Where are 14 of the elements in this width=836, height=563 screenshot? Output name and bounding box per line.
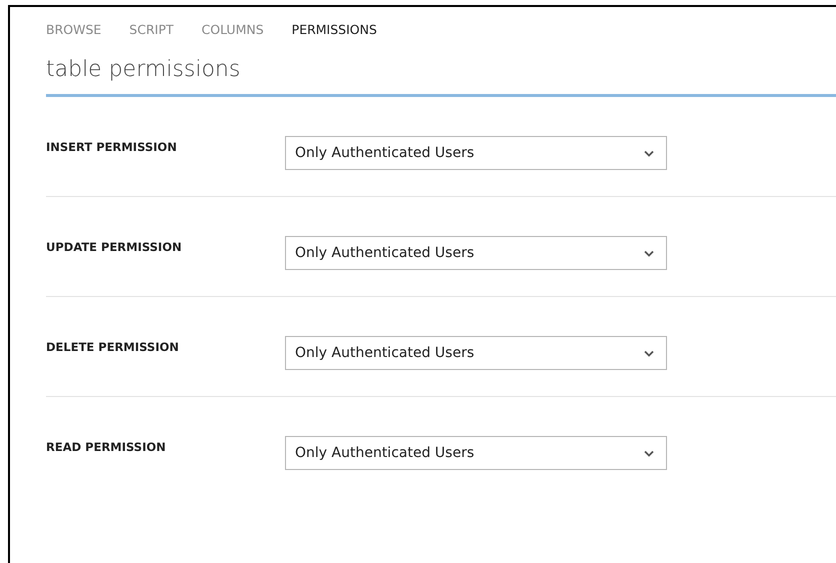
chevron-down-icon [644,350,654,356]
chevron-down-icon [644,450,654,456]
permission-dropdown[interactable]: Only Authenticated Users [285,336,667,370]
chevron-down-icon [644,150,654,156]
permission-label: DELETE PERMISSION [46,339,180,356]
page-title: table permissions [46,56,242,84]
chevron-down-icon [644,250,654,256]
permission-label: READ PERMISSION [46,439,167,456]
tab[interactable]: PERMISSIONS [292,19,377,41]
permission-dropdown[interactable]: Only Authenticated Users [285,236,667,270]
permission-label: INSERT PERMISSION [46,139,178,156]
permission-label: UPDATE PERMISSION [46,239,183,256]
permission-dropdown[interactable]: Only Authenticated Users [285,436,667,470]
permission-dropdown[interactable]: Only Authenticated Users [285,136,667,170]
